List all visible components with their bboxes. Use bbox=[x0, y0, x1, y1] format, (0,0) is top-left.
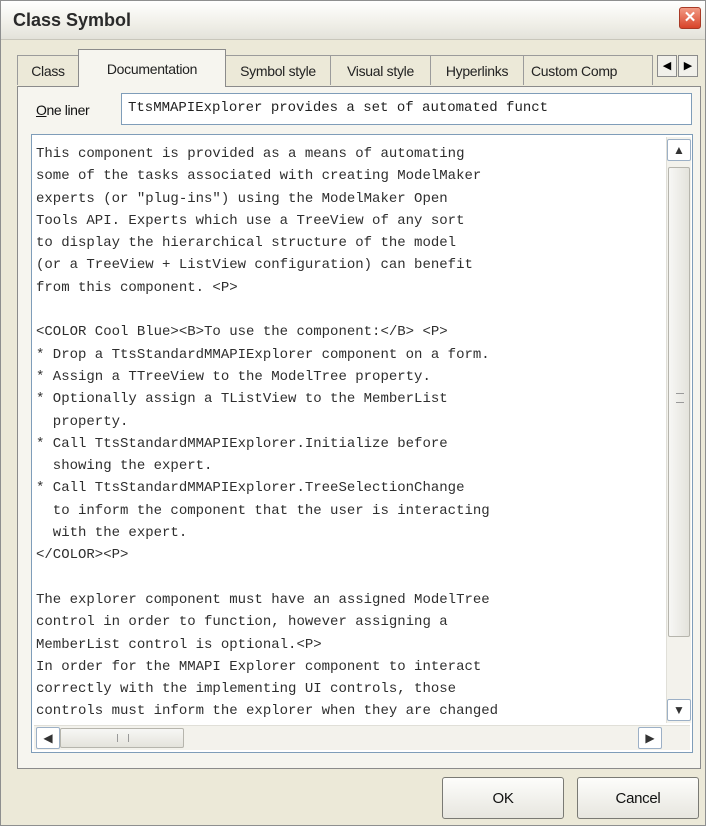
grip-icon bbox=[676, 393, 684, 403]
doc-line: controls must inform the explorer when t… bbox=[36, 703, 499, 720]
doc-line: correctly with the implementing UI contr… bbox=[36, 681, 457, 698]
close-icon[interactable]: ✕ bbox=[679, 7, 701, 29]
vertical-scroll-thumb[interactable] bbox=[668, 167, 690, 637]
doc-line: showing the expert. bbox=[36, 458, 213, 475]
tab-custom-comp[interactable]: Custom Comp bbox=[523, 55, 653, 85]
class-symbol-dialog: Class Symbol ✕ Class Documentation Symbo… bbox=[0, 0, 706, 826]
doc-line: * Call TtsStandardMMAPIExplorer.Initiali… bbox=[36, 435, 448, 452]
doc-line: * Call TtsStandardMMAPIExplorer.TreeSele… bbox=[36, 480, 465, 497]
one-liner-label-accelerator: O bbox=[36, 102, 47, 118]
doc-line: to inform the component that the user is… bbox=[36, 502, 490, 519]
one-liner-label: One liner bbox=[36, 102, 90, 118]
doc-line: </COLOR><P> bbox=[36, 547, 129, 564]
tab-strip: Class Documentation Symbol style Visual … bbox=[17, 49, 701, 87]
one-liner-input[interactable]: TtsMMAPIExplorer provides a set of autom… bbox=[121, 93, 692, 125]
tab-documentation[interactable]: Documentation bbox=[78, 49, 226, 87]
tab-scroll-left-icon[interactable]: ◀ bbox=[657, 55, 677, 77]
doc-line: (or a TreeView + ListView configuration)… bbox=[36, 257, 473, 274]
scroll-left-icon[interactable]: ◀ bbox=[36, 727, 60, 749]
cancel-button[interactable]: Cancel bbox=[577, 777, 699, 819]
grip-icon bbox=[117, 734, 129, 742]
doc-line: * Optionally assign a TListView to the M… bbox=[36, 391, 448, 408]
horizontal-scrollbar[interactable]: ◀ ▶ bbox=[34, 725, 690, 750]
doc-line: MemberList control is optional.<P> bbox=[36, 636, 322, 653]
scroll-right-icon[interactable]: ▶ bbox=[638, 727, 662, 749]
tab-hyperlinks[interactable]: Hyperlinks bbox=[430, 55, 524, 85]
tab-scroll-right-icon[interactable]: ▶ bbox=[678, 55, 698, 77]
horizontal-scroll-thumb[interactable] bbox=[60, 728, 184, 748]
doc-line: property. bbox=[36, 413, 129, 430]
doc-line: from this component. <P> bbox=[36, 279, 238, 296]
ok-button[interactable]: OK bbox=[442, 777, 564, 819]
doc-line bbox=[36, 299, 662, 321]
doc-line: This component is provided as a means of… bbox=[36, 146, 465, 162]
doc-line: with the expert. bbox=[36, 525, 188, 542]
window-title: Class Symbol bbox=[13, 10, 132, 30]
scroll-up-icon[interactable]: ▲ bbox=[667, 139, 691, 161]
doc-line: * Assign a TTreeView to the ModelTree pr… bbox=[36, 368, 431, 385]
one-liner-label-rest: ne liner bbox=[46, 102, 90, 118]
doc-line: Tools API. Experts which use a TreeView … bbox=[36, 212, 465, 229]
doc-line: experts (or "plug-ins") using the ModelM… bbox=[36, 190, 448, 207]
doc-line bbox=[36, 567, 662, 589]
doc-line: some of the tasks associated with creati… bbox=[36, 168, 482, 185]
doc-line: The explorer component must have an assi… bbox=[36, 591, 490, 608]
vertical-scrollbar[interactable]: ▲ ▼ bbox=[666, 137, 691, 723]
doc-line: <COLOR Cool Blue><B>To use the component… bbox=[36, 324, 448, 341]
tab-class[interactable]: Class bbox=[17, 55, 79, 85]
scroll-down-icon[interactable]: ▼ bbox=[667, 699, 691, 721]
doc-line: control in order to function, however as… bbox=[36, 614, 448, 631]
doc-line: In order for the MMAPI Explorer componen… bbox=[36, 658, 482, 675]
doc-line: * Drop a TtsStandardMMAPIExplorer compon… bbox=[36, 346, 490, 363]
doc-line: to display the hierarchical structure of… bbox=[36, 235, 457, 252]
tab-visual-style[interactable]: Visual style bbox=[330, 55, 431, 85]
title-bar[interactable]: Class Symbol ✕ bbox=[1, 1, 705, 40]
tab-symbol-style[interactable]: Symbol style bbox=[225, 55, 331, 85]
documentation-text[interactable]: This component is provided as a means of… bbox=[36, 143, 662, 731]
